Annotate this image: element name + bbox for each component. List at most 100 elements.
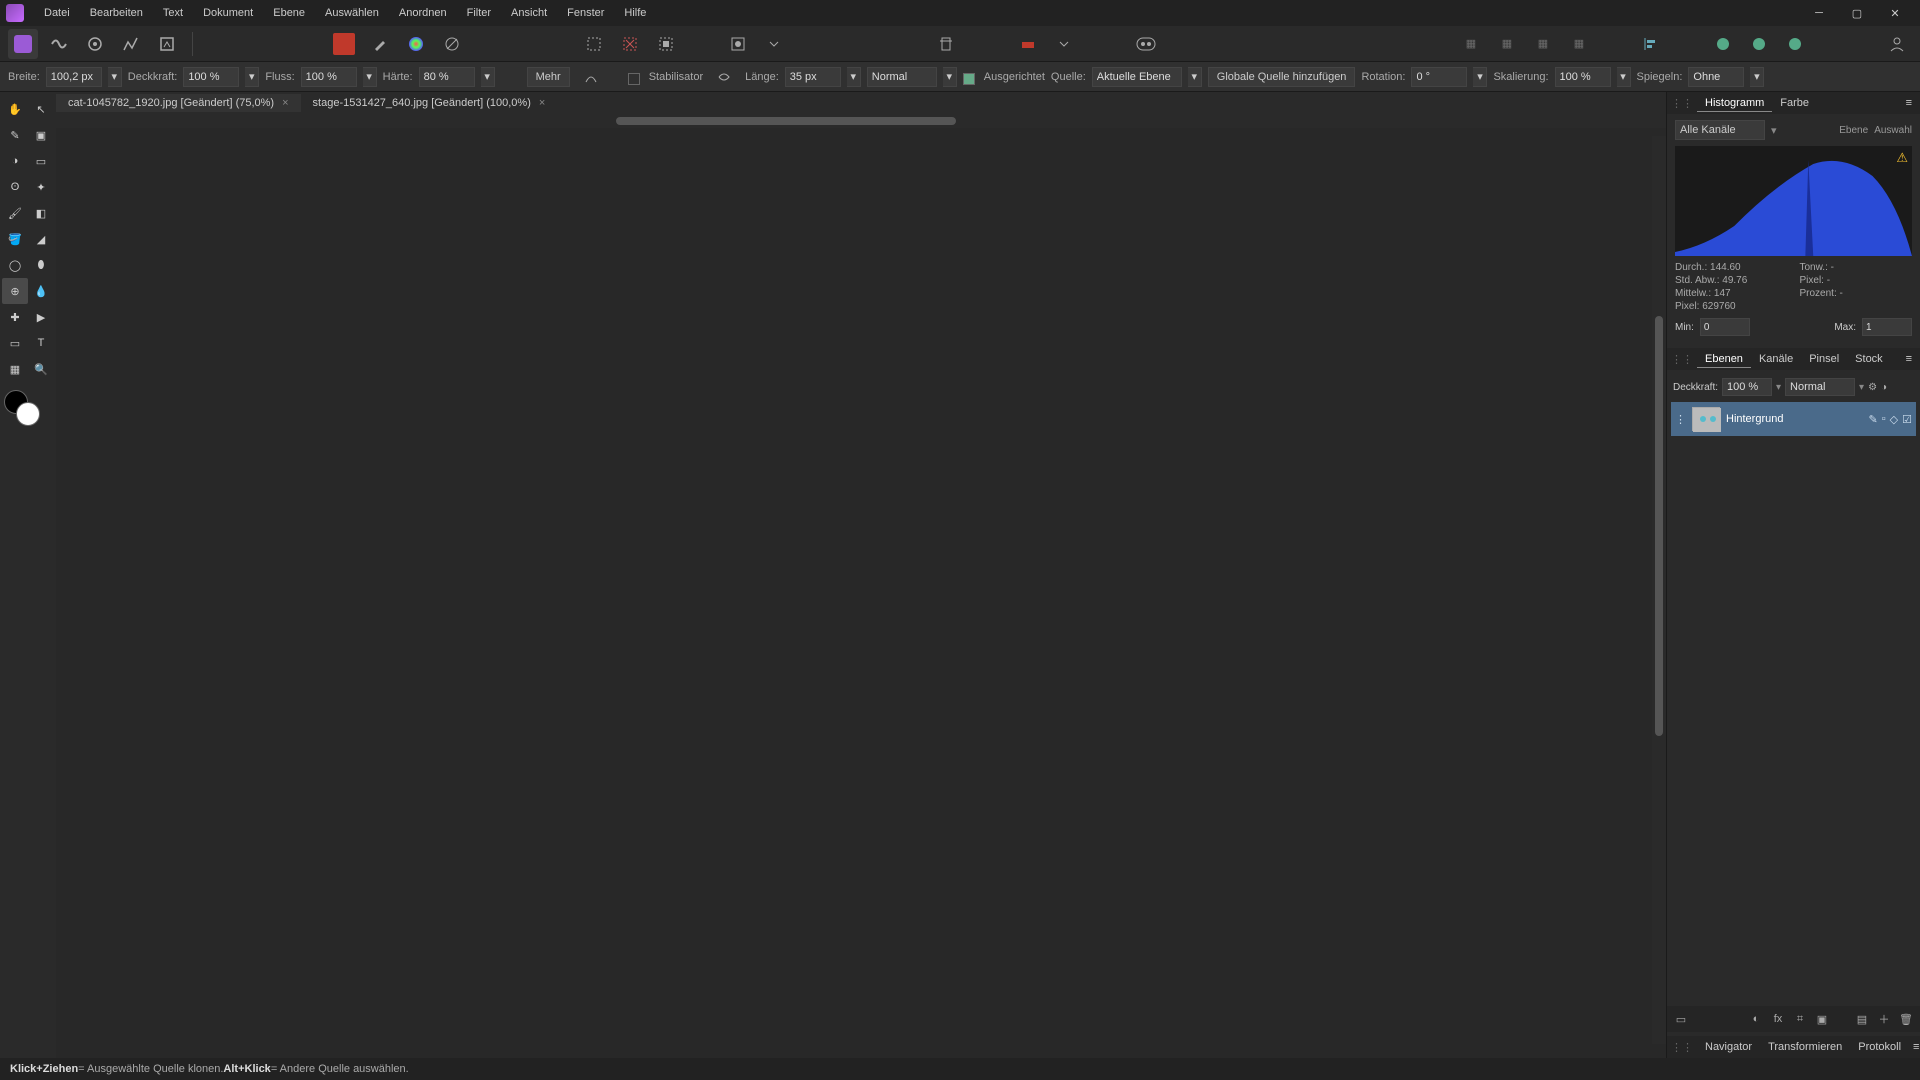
blur-tool-icon[interactable]: 💧 <box>28 278 54 304</box>
dropdown-icon[interactable] <box>1049 29 1079 59</box>
document-tab-2[interactable]: stage-1531427_640.jpg [Geändert] (100,0%… <box>301 94 558 112</box>
rope-icon[interactable] <box>709 62 739 92</box>
background-color[interactable] <box>16 402 40 426</box>
selection-all-icon[interactable] <box>651 29 681 59</box>
arrange-group-icon[interactable]: ▦ <box>1528 29 1558 59</box>
text-tool-icon[interactable]: T <box>28 330 54 356</box>
chevron-down-icon[interactable]: ▾ <box>245 67 259 87</box>
maximize-button[interactable]: ▢ <box>1838 0 1876 26</box>
auto-color-icon[interactable] <box>1013 29 1043 59</box>
rotation-input[interactable] <box>1411 67 1467 87</box>
chevron-down-icon[interactable]: ▾ <box>481 67 495 87</box>
swatch-red-icon[interactable] <box>329 29 359 59</box>
dodge-tool-icon[interactable]: ◯ <box>2 252 28 278</box>
tab-ebenen[interactable]: Ebenen <box>1697 351 1751 368</box>
minimize-button[interactable]: ─ <box>1800 0 1838 26</box>
chevron-down-icon[interactable]: ▾ <box>847 67 861 87</box>
hardness-input[interactable] <box>419 67 475 87</box>
tab-navigator[interactable]: Navigator <box>1697 1039 1760 1055</box>
quick-mask-icon[interactable] <box>723 29 753 59</box>
chevron-down-icon[interactable]: ▾ <box>1473 67 1487 87</box>
delete-layer-icon[interactable]: 🗑 <box>1898 1011 1914 1027</box>
min-input[interactable] <box>1700 318 1750 336</box>
add-global-source-button[interactable]: Globale Quelle hinzufügen <box>1208 67 1356 87</box>
max-input[interactable] <box>1862 318 1912 336</box>
chevron-down-icon[interactable]: ▾ <box>363 67 377 87</box>
crop-doc-icon[interactable] <box>931 29 961 59</box>
tab-stock[interactable]: Stock <box>1847 351 1891 367</box>
menu-bearbeiten[interactable]: Bearbeiten <box>80 4 153 22</box>
color-picker-tool-icon[interactable]: ✎ <box>2 122 28 148</box>
zoom-tool-icon[interactable]: 🔍 <box>28 356 54 382</box>
grip-icon[interactable]: ⋮⋮ <box>1671 353 1693 366</box>
liquify-persona-icon[interactable] <box>44 29 74 59</box>
pressure-icon[interactable] <box>576 62 606 92</box>
menu-auswaehlen[interactable]: Auswählen <box>315 4 389 22</box>
chevron-down-icon[interactable]: ▾ <box>1771 124 1777 137</box>
length-input[interactable] <box>785 67 841 87</box>
marquee-tool-icon[interactable]: ▭ <box>28 148 54 174</box>
freehand-selection-tool-icon[interactable]: ʘ <box>2 174 28 200</box>
pen-tool-icon[interactable]: ▶ <box>28 304 54 330</box>
menu-text[interactable]: Text <box>153 4 193 22</box>
eyedropper-icon[interactable] <box>365 29 395 59</box>
layer-thumbnail[interactable] <box>1692 407 1720 431</box>
document-tab-1[interactable]: cat-1045782_1920.jpg [Geändert] (75,0%)× <box>56 94 301 112</box>
crop-tool-icon[interactable]: ▣ <box>28 122 54 148</box>
flood-select-tool-icon[interactable]: ✦ <box>28 174 54 200</box>
close-button[interactable]: ✕ <box>1876 0 1914 26</box>
move-tool-icon[interactable]: ↖ <box>28 96 54 122</box>
layer-opacity-input[interactable] <box>1722 378 1772 396</box>
panel-menu-icon[interactable]: ≡ <box>1902 353 1916 365</box>
selection-brush-tool-icon[interactable]: ◑ <box>2 148 28 174</box>
auswahl-button[interactable]: Auswahl <box>1874 125 1912 136</box>
blendmode-select[interactable] <box>867 67 937 87</box>
group-icon[interactable]: ▤ <box>1854 1011 1870 1027</box>
export-persona-icon[interactable] <box>152 29 182 59</box>
source-select[interactable] <box>1092 67 1182 87</box>
grip-icon[interactable]: ⋮⋮ <box>1671 97 1693 110</box>
grip-icon[interactable]: ⋮⋮ <box>1671 1041 1693 1054</box>
close-icon[interactable]: × <box>282 97 288 109</box>
menu-fenster[interactable]: Fenster <box>557 4 614 22</box>
stock-icon[interactable] <box>1780 29 1810 59</box>
fx-icon[interactable]: ◑ <box>1881 382 1887 393</box>
chevron-down-icon[interactable]: ▾ <box>1859 382 1864 393</box>
tab-histogramm[interactable]: Histogramm <box>1697 95 1772 112</box>
arrange-group-icon[interactable]: ▦ <box>1456 29 1486 59</box>
tab-pinsel[interactable]: Pinsel <box>1801 351 1847 367</box>
scale-input[interactable] <box>1555 67 1611 87</box>
more-button[interactable]: Mehr <box>527 67 570 87</box>
visibility-icon[interactable]: ⋮ <box>1675 413 1686 426</box>
layer-name[interactable]: Hintergrund <box>1726 413 1783 425</box>
color-wheel-icon[interactable] <box>401 29 431 59</box>
menu-ansicht[interactable]: Ansicht <box>501 4 557 22</box>
shape-tool-icon[interactable]: ▭ <box>2 330 28 356</box>
menu-ebene[interactable]: Ebene <box>263 4 315 22</box>
edit-icon[interactable]: ✎ <box>1869 413 1878 426</box>
photo-persona-icon[interactable] <box>8 29 38 59</box>
chevron-down-icon[interactable]: ▾ <box>1188 67 1202 87</box>
account-icon[interactable] <box>1882 29 1912 59</box>
link-icon[interactable]: ◇ <box>1890 413 1898 426</box>
stock-icon[interactable] <box>1708 29 1738 59</box>
menu-anordnen[interactable]: Anordnen <box>389 4 457 22</box>
burn-tool-icon[interactable]: ⬮ <box>28 252 54 278</box>
chevron-down-icon[interactable]: ▾ <box>1776 382 1781 393</box>
menu-datei[interactable]: Datei <box>34 4 80 22</box>
arrange-group-icon[interactable]: ▦ <box>1564 29 1594 59</box>
assistant-icon[interactable] <box>1131 29 1161 59</box>
width-input[interactable] <box>46 67 102 87</box>
add-layer-icon[interactable]: ＋ <box>1876 1011 1892 1027</box>
arrange-group-icon[interactable]: ▦ <box>1492 29 1522 59</box>
stock-icon[interactable] <box>1744 29 1774 59</box>
tab-protokoll[interactable]: Protokoll <box>1850 1039 1909 1055</box>
ebene-button[interactable]: Ebene <box>1839 125 1868 136</box>
no-selection-icon[interactable] <box>437 29 467 59</box>
fx-icon[interactable]: fx <box>1770 1011 1786 1027</box>
menu-filter[interactable]: Filter <box>457 4 501 22</box>
tone-mapping-persona-icon[interactable] <box>116 29 146 59</box>
tab-kanaele[interactable]: Kanäle <box>1751 351 1801 367</box>
dropdown-icon[interactable] <box>759 29 789 59</box>
flow-input[interactable] <box>301 67 357 87</box>
